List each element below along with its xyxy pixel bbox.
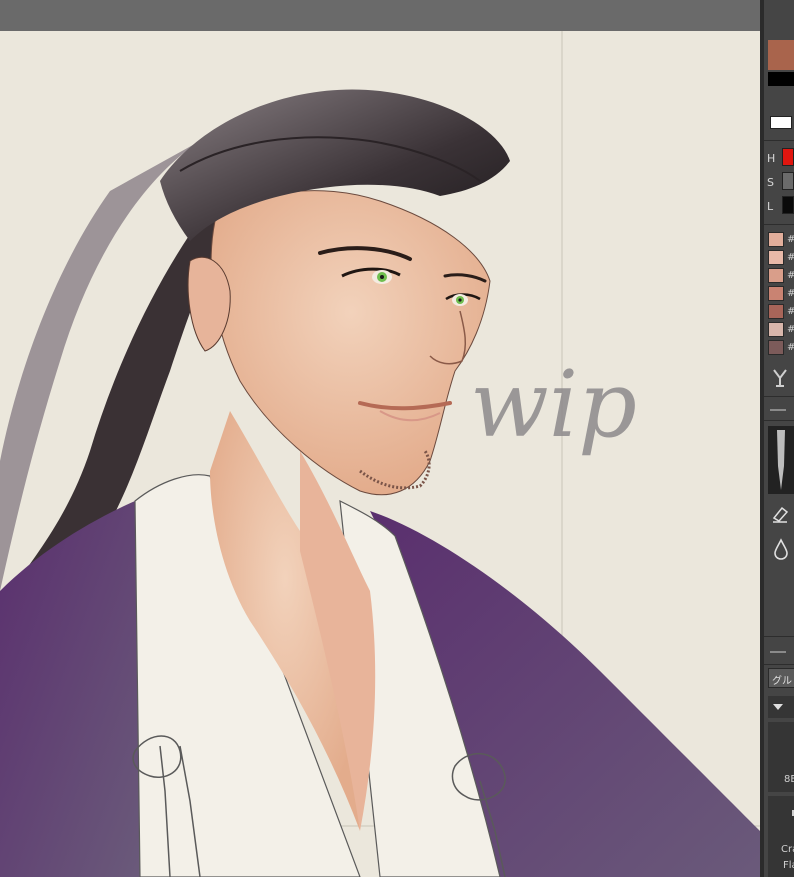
lightness-slider[interactable] — [782, 196, 794, 214]
artwork: wip — [0, 31, 760, 877]
lightness-label: L — [767, 200, 774, 213]
brush-size-box[interactable]: 8E — [768, 722, 794, 792]
eraser-icon[interactable] — [770, 504, 790, 524]
face — [210, 190, 491, 496]
color-history-swatch[interactable] — [768, 232, 784, 247]
saturation-label: S — [767, 176, 774, 189]
sub-color-swatch[interactable] — [768, 72, 794, 86]
saturation-slider[interactable] — [782, 172, 794, 190]
panel-separator[interactable] — [770, 409, 786, 411]
layer-name-craft: Cra — [781, 844, 794, 855]
color-history-code: # — [787, 324, 794, 335]
eyedropper-icon[interactable] — [770, 366, 790, 390]
color-history-swatch[interactable] — [768, 268, 784, 283]
color-history-swatch[interactable] — [768, 286, 784, 301]
drawing-canvas[interactable]: wip — [0, 31, 760, 877]
color-history-code: # — [787, 306, 794, 317]
transparent-color-swatch[interactable] — [770, 116, 792, 129]
color-history-code: # — [787, 234, 794, 245]
panel-separator[interactable] — [770, 651, 786, 653]
color-history-swatch[interactable] — [768, 250, 784, 265]
robe-left — [0, 501, 140, 877]
hue-slider[interactable] — [782, 148, 794, 166]
group-label: グル — [772, 676, 792, 687]
color-history-code: # — [787, 288, 794, 299]
color-history-code: # — [787, 252, 794, 263]
right-tool-panel: H S L # # # # # # # グル 8E — [760, 0, 794, 877]
color-history-code: # — [787, 270, 794, 281]
color-history-swatch[interactable] — [768, 322, 784, 337]
color-history-swatch[interactable] — [768, 340, 784, 355]
main-color-swatch[interactable] — [768, 40, 794, 70]
brush-preview-icon[interactable] — [768, 426, 794, 494]
group-dropdown[interactable]: グル — [768, 668, 794, 688]
layer-list[interactable]: Cra Fla — [768, 796, 794, 877]
chevron-down-icon — [773, 704, 783, 710]
brush-size-value: 8E — [784, 774, 794, 785]
color-history-swatch[interactable] — [768, 304, 784, 319]
blend-drop-icon[interactable] — [772, 538, 790, 560]
wip-watermark: wip — [470, 351, 637, 458]
color-history-code: # — [787, 342, 794, 353]
layer-name-flat: Fla — [783, 860, 794, 871]
canvas-title-bar — [0, 0, 760, 31]
layer-toggle[interactable] — [768, 696, 794, 718]
hue-label: H — [767, 152, 776, 165]
